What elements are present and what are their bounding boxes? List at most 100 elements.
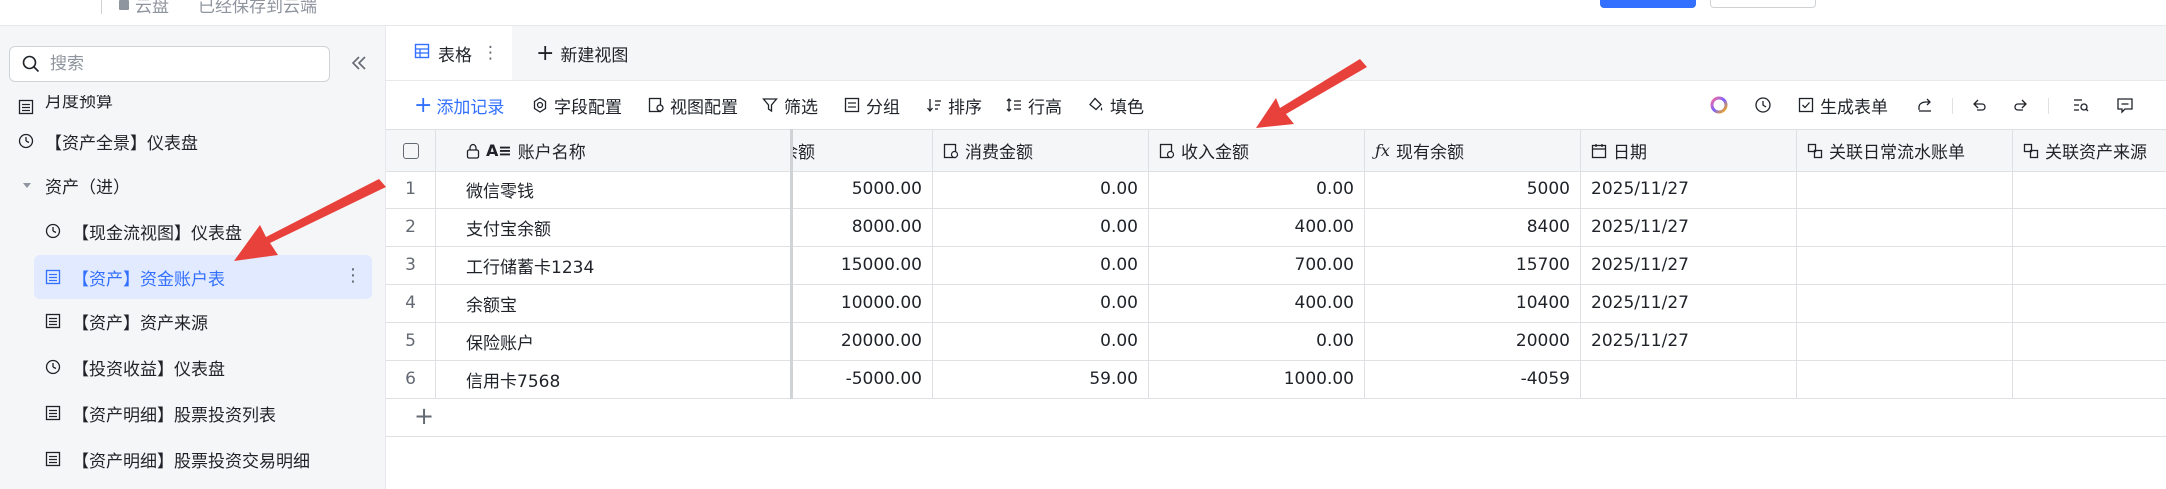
view-config-button[interactable]: 视图配置 (648, 81, 738, 129)
breadcrumb[interactable]: 云盘 (119, 0, 169, 17)
cell-current-balance[interactable]: 8400 (1365, 208, 1581, 246)
select-all-checkbox[interactable] (402, 142, 419, 159)
sidebar-item-monthly-budget[interactable]: 月度预算 (0, 95, 385, 119)
cell-date[interactable]: 2025/11/27 (1581, 322, 1797, 360)
column-header-date[interactable]: 日期 (1581, 130, 1797, 171)
cell-linked-asset-source[interactable] (2013, 284, 2166, 322)
table-row[interactable]: 1 微信零钱 5000.00 0.00 0.00 5000 2025/11/27 (386, 170, 2166, 209)
add-record-button[interactable]: + 添加记录 (414, 81, 504, 129)
cell-date[interactable]: 2025/11/27 (1581, 170, 1797, 208)
cell-income[interactable]: 400.00 (1149, 284, 1365, 322)
sidebar-item-cashflow-dashboard[interactable]: 【现金流视图】仪表盘 (0, 209, 385, 253)
cell-date[interactable]: 2025/11/27 (1581, 208, 1797, 246)
frozen-column-divider[interactable] (790, 129, 793, 399)
filter-button[interactable]: 筛选 (762, 81, 818, 129)
generate-form-button[interactable]: 生成表单 (1798, 81, 1888, 129)
find-replace-icon[interactable] (2072, 81, 2090, 129)
cell-spend[interactable]: 0.00 (933, 208, 1149, 246)
cell-linked-asset-source[interactable] (2013, 322, 2166, 360)
cell-account-name[interactable]: 支付宝余额 (436, 208, 790, 246)
cell-linked-daily-ledger[interactable] (1797, 170, 2013, 208)
fill-color-button[interactable]: 填色 (1088, 81, 1144, 129)
column-header-current-balance[interactable]: ƒx 现有余额 (1365, 130, 1581, 171)
cell-income[interactable]: 400.00 (1149, 208, 1365, 246)
cell-current-balance[interactable]: 15700 (1365, 246, 1581, 284)
cell-linked-asset-source[interactable] (2013, 360, 2166, 398)
cell-current-balance[interactable]: 20000 (1365, 322, 1581, 360)
secondary-button[interactable] (1710, 0, 1816, 8)
cell-linked-daily-ledger[interactable] (1797, 322, 2013, 360)
cell-account-name[interactable]: 信用卡7568 (436, 360, 790, 398)
cell-income[interactable]: 0.00 (1149, 322, 1365, 360)
cell-account-name[interactable]: 工行储蓄卡1234 (436, 246, 790, 284)
table-row[interactable]: 6 信用卡7568 -5000.00 59.00 1000.00 -4059 (386, 360, 2166, 399)
cell-account-name[interactable]: 保险账户 (436, 322, 790, 360)
cell-linked-asset-source[interactable] (2013, 246, 2166, 284)
cell-linked-daily-ledger[interactable] (1797, 208, 2013, 246)
row-height-button[interactable]: 行高 (1006, 81, 1062, 129)
cell-income[interactable]: 1000.00 (1149, 360, 1365, 398)
cell-current-balance[interactable]: -4059 (1365, 360, 1581, 398)
cell-date[interactable]: 2025/11/27 (1581, 246, 1797, 284)
column-header-spend[interactable]: 消费金额 (933, 130, 1149, 171)
sort-button[interactable]: 排序 (926, 81, 982, 129)
column-header-income[interactable]: 收入金额 (1149, 130, 1365, 171)
group-button[interactable]: 分组 (844, 81, 900, 129)
field-config-button[interactable]: 字段配置 (532, 81, 622, 129)
share-icon[interactable] (1916, 81, 1934, 129)
share-button[interactable] (1600, 0, 1696, 8)
cell-balance[interactable]: 10000.00 (793, 284, 933, 322)
sidebar-item-asset-overview[interactable]: 【资产全景】仪表盘 (0, 119, 385, 163)
sidebar-item-stock-transactions[interactable]: 【资产明细】股票投资交易明细 (0, 437, 385, 481)
search-input[interactable] (48, 53, 302, 75)
add-row-bar[interactable]: + (386, 398, 2166, 437)
more-options-icon[interactable]: ⋮ (344, 265, 362, 286)
cell-linked-daily-ledger[interactable] (1797, 360, 2013, 398)
cell-linked-daily-ledger[interactable] (1797, 246, 2013, 284)
tab-grid-view[interactable]: 表格 ⋮ (386, 26, 512, 80)
cell-balance[interactable]: 20000.00 (793, 322, 933, 360)
undo-icon[interactable] (1970, 81, 1988, 129)
table-row[interactable]: 4 余额宝 10000.00 0.00 400.00 10400 2025/11… (386, 284, 2166, 323)
collapse-sidebar-icon[interactable] (348, 52, 370, 74)
cell-income[interactable]: 0.00 (1149, 170, 1365, 208)
cell-current-balance[interactable]: 5000 (1365, 170, 1581, 208)
ai-assistant-icon[interactable] (1710, 81, 1728, 129)
cell-linked-asset-source[interactable] (2013, 170, 2166, 208)
column-header-account-name[interactable]: A≡ 账户名称 (436, 130, 790, 171)
new-view-button[interactable]: + 新建视图 (536, 26, 628, 80)
cell-account-name[interactable]: 余额宝 (436, 284, 790, 322)
cell-linked-daily-ledger[interactable] (1797, 284, 2013, 322)
table-row[interactable]: 2 支付宝余额 8000.00 0.00 400.00 8400 2025/11… (386, 208, 2166, 247)
cell-date[interactable]: 2025/11/27 (1581, 284, 1797, 322)
cell-spend[interactable]: 0.00 (933, 246, 1149, 284)
cell-linked-asset-source[interactable] (2013, 208, 2166, 246)
cell-spend[interactable]: 59.00 (933, 360, 1149, 398)
cell-account-name[interactable]: 微信零钱 (436, 170, 790, 208)
table-row[interactable]: 3 工行储蓄卡1234 15000.00 0.00 700.00 15700 2… (386, 246, 2166, 285)
cell-balance[interactable]: 5000.00 (793, 170, 933, 208)
cell-date[interactable] (1581, 360, 1797, 398)
redo-icon[interactable] (2012, 81, 2030, 129)
sidebar-item-fund-accounts[interactable]: 【资产】资金账户表 ⋮ (34, 255, 372, 299)
column-header-linked-asset-source[interactable]: 关联资产来源 (2013, 130, 2166, 171)
cell-balance[interactable]: 8000.00 (793, 208, 933, 246)
sidebar-item-asset-source[interactable]: 【资产】资产来源 (0, 299, 385, 343)
cell-spend[interactable]: 0.00 (933, 170, 1149, 208)
cell-balance[interactable]: 15000.00 (793, 246, 933, 284)
sidebar-item-stock-list[interactable]: 【资产明细】股票投资列表 (0, 391, 385, 435)
cell-balance[interactable]: -5000.00 (793, 360, 933, 398)
sidebar-folder-assets-in[interactable]: 资产（进） (0, 163, 385, 207)
cell-spend[interactable]: 0.00 (933, 284, 1149, 322)
tab-more-icon[interactable]: ⋮ (482, 43, 499, 63)
cell-current-balance[interactable]: 10400 (1365, 284, 1581, 322)
add-row-plus-icon[interactable]: + (414, 402, 434, 430)
select-all-cell[interactable] (386, 130, 436, 171)
sidebar-item-investment-dashboard[interactable]: 【投资收益】仪表盘 (0, 345, 385, 389)
history-icon[interactable] (1754, 81, 1772, 129)
comment-icon[interactable] (2116, 81, 2134, 129)
cell-spend[interactable]: 0.00 (933, 322, 1149, 360)
column-header-balance[interactable]: 余额 (793, 130, 933, 171)
cell-income[interactable]: 700.00 (1149, 246, 1365, 284)
table-row[interactable]: 5 保险账户 20000.00 0.00 0.00 20000 2025/11/… (386, 322, 2166, 361)
